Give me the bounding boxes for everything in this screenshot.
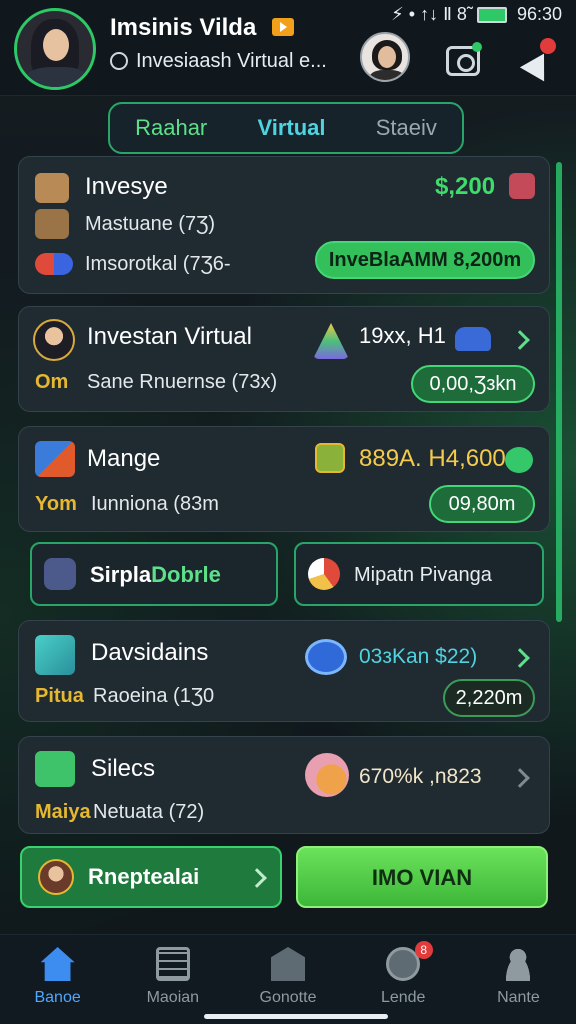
tab-mail[interactable]: Gonotte	[230, 935, 345, 1024]
status-time: 96:30	[516, 4, 562, 24]
card-amount: 670%k ,n823	[359, 765, 482, 788]
value-pill[interactable]: 0,00,Ʒзkn	[411, 365, 535, 403]
tab-profile[interactable]: Nante	[461, 935, 576, 1024]
card-title: Investan Virtual	[87, 323, 252, 350]
chevron-right-icon	[247, 868, 267, 888]
clock-icon	[305, 639, 347, 675]
card-amount: 19хх, H1	[359, 323, 446, 348]
home-icon	[40, 947, 75, 981]
simple-double-button[interactable]: SirplaDobrle	[30, 542, 278, 606]
card-amount: 03зKan $22)	[359, 645, 478, 668]
invest-action-button[interactable]: InveBlaAMM 8,200m	[315, 241, 535, 279]
tab-label: Gonotte	[259, 989, 317, 1006]
tab-raahar[interactable]: Raahar	[123, 107, 219, 149]
target-icon	[110, 52, 128, 70]
investment-card[interactable]: Invesye Mastuane (7Ʒ) Imsorotkal (7Ʒ6- $…	[18, 156, 550, 294]
card-title: Davsidains	[91, 639, 209, 666]
card-amount: 889А. H4,600	[359, 445, 506, 472]
pie-icon	[308, 558, 340, 590]
pyramid-icon	[313, 323, 349, 359]
box-icon	[35, 635, 75, 675]
chevron-right-icon[interactable]	[510, 330, 530, 350]
home-indicator[interactable]	[204, 1014, 388, 1019]
hexagon-icon	[44, 558, 76, 590]
user-avatar-icon	[33, 319, 75, 361]
status-icons: ⚡ • ↑↓ Ⅱ 8̃	[391, 4, 467, 24]
notification-badge: 8	[414, 941, 433, 959]
profile-avatar[interactable]	[14, 8, 96, 90]
tab-globe[interactable]: 8 Lende	[346, 935, 461, 1024]
card-detail: Imsorotkal (7Ʒ6-	[85, 253, 231, 275]
contact-avatar[interactable]	[360, 32, 410, 82]
tab-virtual[interactable]: Virtual	[245, 107, 337, 149]
card-subtitle: Mastuane (7Ʒ)	[85, 213, 216, 235]
card-subtitle: Iunniona (83m	[91, 493, 219, 515]
investment-card[interactable]: Mange Yom Iunniona (83m 889А. H4,600 09,…	[18, 426, 550, 532]
investment-card[interactable]: Silecs Maiya Netuata (72) 670%k ,n823	[18, 736, 550, 834]
tab-staeiv[interactable]: Staeiv	[364, 107, 449, 149]
notification-badge	[540, 38, 556, 54]
card-prefix: Pitua	[35, 685, 84, 707]
user-icon	[501, 947, 536, 981]
card-prefix: Maiya	[35, 801, 91, 823]
main-cta-button[interactable]: IMO VIAN	[296, 846, 548, 908]
wallet-icon	[35, 173, 69, 203]
cards-icon	[35, 441, 75, 477]
investment-card[interactable]: Davsidains Pitua Raoeina (1Ʒ0 03зKan $22…	[18, 620, 550, 722]
mini-label-a: Sirpla	[90, 562, 152, 587]
representative-button[interactable]: Rneptealai	[20, 846, 282, 908]
battery-icon	[476, 6, 507, 23]
header: Imsinis Vilda Invesiaash Virtual e... ⚡ …	[0, 0, 576, 96]
play-badge-icon	[272, 18, 294, 36]
tab-label: Banoe	[34, 989, 81, 1006]
scrollbar[interactable]	[556, 162, 562, 622]
card-subtitle: Sane Rnuernse (73х)	[87, 371, 278, 393]
tab-home[interactable]: Banoe	[0, 935, 115, 1024]
page-subtitle: Invesiaash Virtual e...	[136, 50, 327, 72]
coins-icon	[35, 253, 73, 275]
agent-avatar-icon	[38, 859, 74, 895]
value-pill[interactable]: 09,80m	[429, 485, 535, 523]
card-title: Silecs	[91, 755, 156, 782]
chevron-right-icon[interactable]	[510, 648, 530, 668]
tab-label: Lende	[380, 989, 426, 1006]
chevron-right-icon[interactable]	[510, 768, 530, 788]
button-label: IMO VIAN	[371, 865, 473, 890]
card-title: Invesye	[85, 173, 168, 200]
tab-calendar[interactable]: Maoian	[115, 935, 230, 1024]
card-prefix: Om	[35, 371, 69, 393]
search-icon	[35, 751, 75, 787]
card-subtitle: Raoeina (1Ʒ0	[93, 685, 215, 707]
mini-label: Mipatn Pivanga	[354, 564, 492, 586]
investment-card[interactable]: Investan Virtual Om Sane Rnuernse (73х) …	[18, 306, 550, 412]
calendar-icon	[155, 947, 190, 981]
mini-label: SirplaDobrle	[90, 562, 221, 588]
card-amount: $,200	[435, 173, 496, 200]
pivanga-button[interactable]: Mipatn Pivanga	[294, 542, 544, 606]
calculator-icon	[315, 443, 345, 473]
status-bar: ⚡ • ↑↓ Ⅱ 8̃ 96:30	[391, 4, 562, 25]
piggy-bank-icon	[305, 753, 349, 797]
chart-icon	[509, 173, 535, 199]
page-title: Imsinis Vilda	[110, 14, 257, 41]
mail-icon	[271, 947, 305, 981]
button-label: Rneptealai	[88, 864, 200, 889]
segmented-control: Raahar Virtual Staeiv	[108, 102, 464, 154]
mini-label-b: Dobrle	[151, 562, 221, 587]
card-subtitle: Netuata (72)	[93, 801, 205, 823]
refresh-icon[interactable]	[505, 447, 533, 473]
card-prefix: Yom	[35, 493, 77, 515]
money-icon	[35, 209, 69, 239]
hat-icon	[455, 327, 491, 351]
camera-status-dot	[472, 42, 482, 52]
tab-bar: Banoe Maoian Gonotte 8 Lende Nante	[0, 934, 576, 1024]
tab-label: Nante	[497, 989, 540, 1006]
card-title: Mange	[87, 445, 161, 472]
value-pill[interactable]: 2,220m	[443, 679, 535, 717]
tab-label: Maoian	[146, 989, 200, 1006]
